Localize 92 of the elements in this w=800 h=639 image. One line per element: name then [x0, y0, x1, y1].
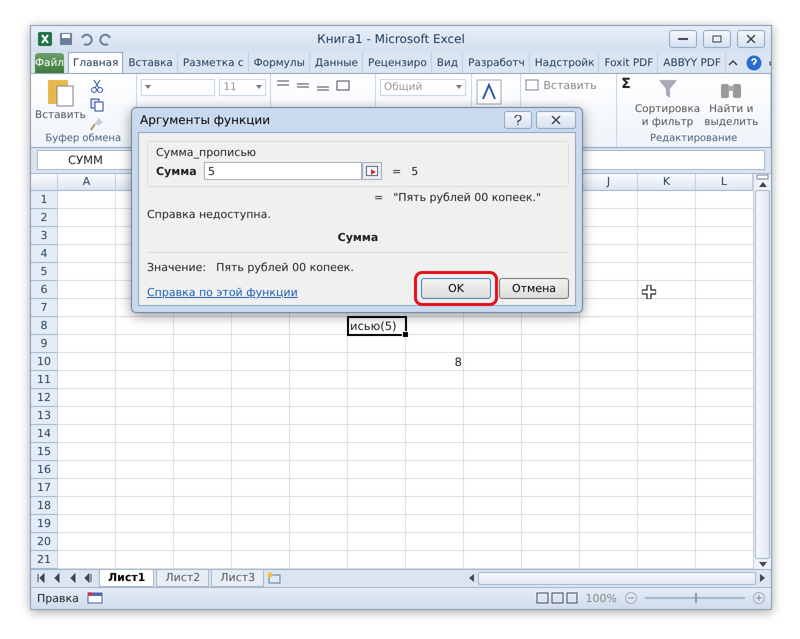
- row-header[interactable]: 21: [31, 550, 58, 569]
- function-help-link[interactable]: Справка по этой функции: [147, 286, 354, 299]
- row-header[interactable]: 19: [31, 514, 58, 533]
- row-header[interactable]: 2: [31, 208, 58, 227]
- close-button[interactable]: [737, 30, 765, 48]
- scrollbar-thumb[interactable]: [478, 572, 756, 585]
- caret-icon: [256, 85, 262, 90]
- ribbon-tab[interactable]: Главная: [68, 52, 124, 73]
- row-header[interactable]: 12: [31, 388, 58, 407]
- copy-icon: [90, 98, 104, 112]
- zoom-in-icon: [753, 592, 765, 604]
- autosum-button[interactable]: Σ: [621, 76, 631, 92]
- group-label: Редактирование: [648, 132, 738, 146]
- equals-sign: =: [392, 164, 402, 178]
- column-header[interactable]: J: [580, 174, 638, 191]
- column-header[interactable]: K: [638, 174, 696, 191]
- name-box[interactable]: СУММ: [37, 150, 134, 170]
- scroll-left-icon: [467, 573, 475, 584]
- status-mode: Правка: [37, 592, 79, 605]
- argument-label: Сумма: [156, 164, 194, 178]
- row-header[interactable]: 16: [31, 460, 58, 479]
- file-tab[interactable]: Файл: [35, 52, 64, 73]
- crosshair-cursor-icon: [642, 285, 656, 299]
- column-header[interactable]: A: [58, 174, 116, 191]
- close-button[interactable]: [536, 111, 576, 129]
- row-header[interactable]: 6: [31, 280, 58, 299]
- excel-logo-icon: [37, 30, 53, 47]
- insert-cells-icon: [525, 78, 540, 91]
- row-header[interactable]: 20: [31, 532, 58, 551]
- row-header[interactable]: 10: [31, 352, 58, 371]
- equals-sign: =: [374, 191, 384, 204]
- sheet-tab[interactable]: Лист1: [99, 570, 154, 587]
- argument-input[interactable]: 5: [204, 162, 362, 180]
- argument-result: 5: [411, 164, 418, 178]
- brush-icon: [90, 116, 104, 131]
- value-text: Пять рублей 00 копеек.: [216, 261, 354, 274]
- new-sheet-icon: [266, 572, 282, 584]
- function-name: Сумма_прописью: [156, 146, 258, 159]
- window-title: Книга1 - Microsoft Excel: [316, 32, 466, 46]
- question-mark-icon: [514, 115, 522, 125]
- caret-icon: [144, 85, 150, 90]
- column-header[interactable]: L: [696, 174, 753, 191]
- fill-handle[interactable]: [402, 330, 409, 338]
- help-button[interactable]: [504, 111, 532, 129]
- scrollbar-thumb[interactable]: [755, 190, 770, 559]
- value-label: Значение:: [147, 261, 206, 274]
- argument-help-title: Сумма: [338, 231, 378, 244]
- sheet-tab[interactable]: Лист2: [156, 570, 210, 587]
- zoom-out-icon: [625, 592, 637, 604]
- dialog-button[interactable]: OK: [421, 278, 491, 299]
- row-header[interactable]: 11: [31, 370, 58, 389]
- row-header[interactable]: 18: [31, 496, 58, 515]
- undo-icon: [79, 32, 93, 46]
- help-text: Справка недоступна.: [147, 208, 272, 221]
- maximize-icon: [712, 34, 722, 43]
- zoom-level: 100%: [586, 592, 617, 605]
- scissors-icon: [90, 78, 104, 93]
- redo-icon: [99, 32, 113, 46]
- sort-filter-button[interactable]: Сортировка и фильтр: [634, 76, 700, 133]
- row-header[interactable]: 14: [31, 424, 58, 443]
- table-cell[interactable]: 8: [406, 352, 464, 371]
- close-icon: [746, 34, 756, 43]
- group-label: Буфер обмена: [44, 132, 122, 146]
- caret-icon: [456, 85, 462, 90]
- row-header[interactable]: 7: [31, 298, 58, 317]
- dialog-title: Аргументы функции: [139, 113, 272, 127]
- row-header[interactable]: 4: [31, 244, 58, 263]
- row-header[interactable]: 17: [31, 478, 58, 497]
- range-select-icon: [366, 166, 378, 176]
- normal-view-icon: [536, 592, 578, 604]
- record-macro-icon: [86, 592, 103, 604]
- scroll-right-icon: [759, 573, 767, 584]
- paste-button[interactable]: Вставить: [35, 76, 86, 133]
- formula-result: "Пять рублей 00 копеек.": [393, 191, 542, 204]
- row-header[interactable]: 5: [31, 262, 58, 281]
- maximize-button[interactable]: [703, 30, 731, 48]
- row-header[interactable]: 13: [31, 406, 58, 425]
- dialog-button[interactable]: Отмена: [499, 278, 569, 299]
- row-header[interactable]: 8: [31, 316, 58, 335]
- table-cell[interactable]: исью(5): [348, 316, 406, 335]
- row-header[interactable]: 3: [31, 226, 58, 245]
- row-header[interactable]: 1: [31, 190, 58, 209]
- row-header[interactable]: 9: [31, 334, 58, 353]
- help-icon: [746, 54, 762, 71]
- save-icon: [59, 32, 73, 46]
- row-header[interactable]: 15: [31, 442, 58, 461]
- minimize-button[interactable]: [669, 30, 697, 48]
- styles-icon: [476, 78, 502, 105]
- close-icon: [551, 116, 561, 124]
- collapse-dialog-button[interactable]: [362, 162, 382, 180]
- find-select-button[interactable]: Найти и выделить: [704, 76, 758, 133]
- sheet-tab[interactable]: Лист3: [211, 570, 264, 587]
